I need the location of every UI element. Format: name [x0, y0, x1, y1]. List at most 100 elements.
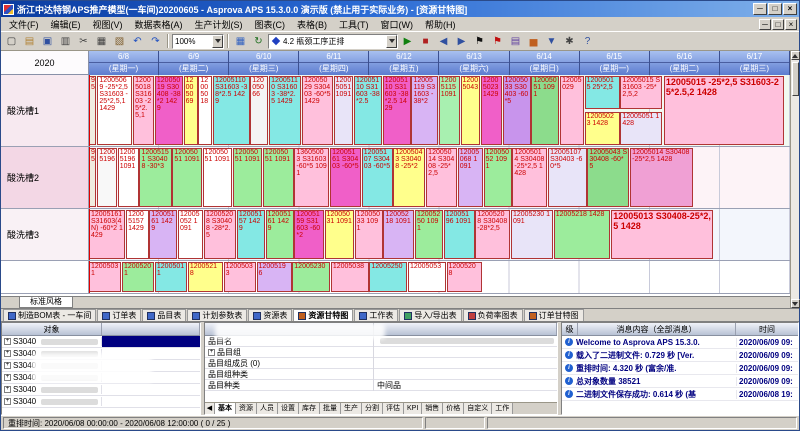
message-row[interactable]: i二进制文件保存成功: 0.614 秒 (基2020/06/08 19: — [562, 388, 798, 401]
gantt-bar[interactable]: 12005208 S30408 -28*2.5 — [204, 210, 236, 259]
property-value-cell[interactable] — [374, 338, 557, 344]
sheet-tab-6[interactable]: 工作表 — [354, 309, 398, 321]
gantt-bar[interactable]: 12005151 S30408 -30*3 — [139, 148, 171, 207]
child-close-button[interactable]: × — [785, 19, 797, 30]
gantt-bar[interactable]: 12005107 S30403 -60*5 — [548, 148, 587, 207]
message-row[interactable]: iWelcome to Asprova APS 15.3.0.2020/06/0… — [562, 336, 798, 349]
gantt-bar[interactable]: 12005051 1091 — [531, 76, 559, 145]
gantt-bar[interactable]: 12005068 1091 — [458, 148, 483, 207]
gantt-bar[interactable]: 12005053 — [408, 262, 446, 292]
gantt-bar[interactable]: 12005051 1091 — [233, 148, 262, 207]
gantt-bar[interactable]: 12005014 S30408 -25*2,5 1428 — [630, 148, 693, 207]
chart-icon[interactable]: ▅ — [525, 34, 542, 49]
expand-icon[interactable]: + — [4, 362, 11, 369]
next-icon[interactable]: ▶ — [453, 34, 470, 49]
new-icon[interactable]: ▢ — [3, 34, 20, 49]
table-icon[interactable]: ▦ — [232, 34, 249, 49]
day-header-6/9[interactable]: 6/9(星期二) — [159, 51, 229, 75]
menu-item-2[interactable]: 视图(V) — [87, 18, 129, 31]
property-tab-1[interactable]: 资源 — [236, 403, 257, 414]
gantt-bar[interactable]: 12005107 S30403 -60*5 — [362, 148, 393, 207]
gantt-bar[interactable]: 12005218 — [188, 262, 223, 292]
refresh-icon[interactable]: ↻ — [250, 34, 267, 49]
message-row[interactable]: i总对象数量 385212020/06/09 09: — [562, 375, 798, 388]
object-tree-row[interactable]: +S3040 — [2, 384, 200, 396]
sheet-tab-0[interactable]: 制造BOM表 - 一车间 — [3, 309, 96, 321]
gantt-bar[interactable]: 12005196 1091 — [444, 210, 475, 259]
menu-item-7[interactable]: 工具(T) — [333, 18, 375, 31]
gantt-bar[interactable]: 12005051 1091 — [263, 148, 294, 207]
gantt-bar[interactable]: 12005196 — [97, 148, 117, 207]
property-row[interactable]: +品目组 — [205, 347, 557, 358]
expand-icon[interactable]: + — [4, 374, 11, 381]
gantt-bar[interactable]: 12005033 1091 — [355, 210, 383, 259]
gantt-bar[interactable]: 12005218 1091 — [383, 210, 414, 259]
day-header-6/15[interactable]: 6/15(星期一) — [580, 51, 650, 75]
gantt-bar[interactable]: 12005110 S31603 -38*2.5 1429 — [383, 76, 411, 145]
gantt-bar[interactable]: 12005250 1091 — [415, 210, 443, 259]
gantt-style-tab[interactable]: 标准风格 — [19, 297, 73, 308]
menu-item-9[interactable]: 帮助(H) — [419, 18, 462, 31]
sheet-tab-2[interactable]: 品目表 — [142, 309, 186, 321]
sheet-tab-4[interactable]: 资源表 — [248, 309, 292, 321]
gantt-bar[interactable]: 12005029 — [560, 76, 584, 145]
zoom-select[interactable]: 100% — [172, 34, 224, 49]
gantt-bar[interactable]: 12005051 1091 — [334, 76, 354, 145]
property-row[interactable]: 品目种类中间品 — [205, 380, 557, 391]
child-restore-button[interactable]: □ — [772, 19, 784, 30]
gantt-bar[interactable]: 12005161 1429 — [149, 210, 177, 259]
flag-red-icon[interactable]: ⚑ — [489, 34, 506, 49]
help-icon[interactable]: ? — [579, 34, 596, 49]
sheet-tab-5[interactable]: 资源甘特图 — [293, 309, 353, 321]
scroll-up-icon[interactable] — [791, 51, 800, 60]
gantt-bar[interactable]: 12005066 — [250, 76, 268, 145]
close-button[interactable]: × — [783, 3, 797, 15]
gantt-bar[interactable]: 12005019 S30408 -38*2 1429 — [155, 76, 183, 145]
expand-icon[interactable]: + — [208, 349, 215, 356]
property-tab-3[interactable]: 设置 — [278, 403, 299, 414]
gantt-bar[interactable]: 12005196 1091 — [118, 148, 139, 207]
message-content-column-header[interactable]: 消息内容（全部消息） — [578, 323, 736, 335]
property-tab-5[interactable]: 批量 — [320, 403, 341, 414]
menu-item-6[interactable]: 表格(B) — [291, 18, 333, 31]
maximize-button[interactable]: □ — [768, 3, 782, 15]
message-row[interactable]: i重排时间: 4.320 秒 (富余/准.2020/06/09 09: — [562, 362, 798, 375]
resource-label[interactable]: 酸洗槽1 — [1, 75, 89, 146]
message-row[interactable]: i载入了二进制文件: 0.729 秒 [Ver.2020/06/09 09: — [562, 349, 798, 362]
property-row[interactable]: 品目组成员 (0) — [205, 358, 557, 369]
child-minimize-button[interactable]: ─ — [759, 19, 771, 30]
gantt-bar[interactable]: 12005196 — [257, 262, 292, 292]
scroll-down-icon[interactable] — [791, 299, 800, 308]
sheet-tab-7[interactable]: 导入/导出表 — [399, 309, 461, 321]
scroll-left-icon[interactable]: ◀ — [205, 403, 215, 414]
sheet-tab-1[interactable]: 订单表 — [97, 309, 141, 321]
redo-icon[interactable]: ↷ — [147, 34, 164, 49]
gantt-bar[interactable]: 12005161 1429 — [266, 210, 294, 259]
gantt-bar[interactable]: 12005023 1428 — [585, 112, 620, 145]
menu-item-5[interactable]: 图表(C) — [249, 18, 292, 31]
property-tab-2[interactable]: 人员 — [257, 403, 278, 414]
gantt-bar[interactable]: 12005043 S30408 -60*5 — [587, 148, 629, 207]
gantt-bar[interactable]: 12005033 S30403 -60*5 — [503, 76, 531, 145]
object-tree-row[interactable]: +S3040 — [2, 396, 200, 408]
property-tab-12[interactable]: 自定义 — [464, 403, 492, 414]
gantt-bar[interactable]: 12005119 S31603 -38*2 — [411, 76, 438, 145]
gantt-bar[interactable]: 95 — [89, 76, 96, 145]
property-tab-9[interactable]: KPI — [404, 403, 422, 414]
gantt-bar[interactable]: 12005043 — [461, 76, 481, 145]
sheet-tab-8[interactable]: 负荷率图表 — [463, 309, 523, 321]
day-header-6/11[interactable]: 6/11(星期四) — [299, 51, 369, 75]
gantt-bar[interactable]: 12005015 S31603 -25*2,5,2 — [620, 76, 662, 109]
gantt-bar[interactable]: 12005201 — [122, 262, 154, 292]
dropdown-arrow-icon[interactable] — [212, 35, 223, 48]
print-icon[interactable]: ▥ — [57, 34, 74, 49]
property-tab-4[interactable]: 库存 — [299, 403, 320, 414]
day-header-6/14[interactable]: 6/14(星期日) — [510, 51, 580, 75]
resource-label[interactable]: 酸洗槽2 — [1, 147, 89, 208]
menu-item-4[interactable]: 生产计划(S) — [189, 18, 249, 31]
gantt-bar[interactable]: 12005038 — [331, 262, 369, 292]
gantt-bar[interactable]: 12005157 1429 — [237, 210, 265, 259]
day-header-6/16[interactable]: 6/16(星期二) — [650, 51, 720, 75]
day-header-6/8[interactable]: 6/8(星期一) — [89, 51, 159, 75]
day-header-6/17[interactable]: 6/17(星期三) — [720, 51, 790, 75]
